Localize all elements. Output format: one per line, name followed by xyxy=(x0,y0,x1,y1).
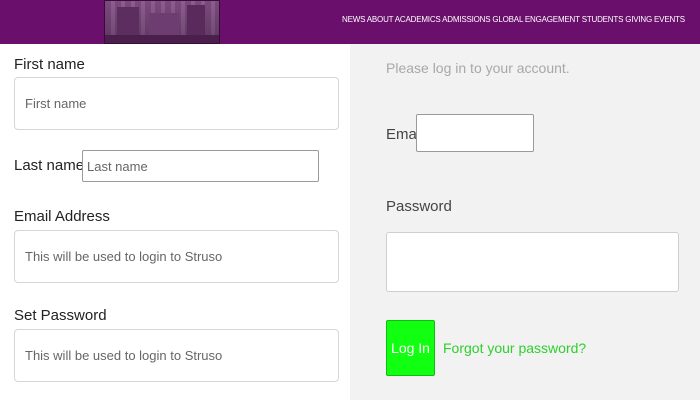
campus-image xyxy=(104,0,220,44)
login-intro-text: Please log in to your account. xyxy=(386,60,570,76)
building-shape xyxy=(117,7,139,37)
first-name-input[interactable]: First name xyxy=(14,77,339,130)
set-password-input[interactable]: This will be used to login to Struso xyxy=(14,329,339,382)
main-nav[interactable]: NEWS ABOUT ACADEMICS ADMISSIONS GLOBAL E… xyxy=(342,15,685,29)
email-input[interactable] xyxy=(416,114,534,152)
email-address-input[interactable]: This will be used to login to Struso xyxy=(14,230,339,283)
building-shape xyxy=(187,5,205,37)
building-shape xyxy=(149,13,179,37)
registration-form: First name First name Last name Last nam… xyxy=(0,44,350,400)
email-address-label: Email Address xyxy=(14,208,110,225)
last-name-input[interactable]: Last name xyxy=(82,150,319,182)
password-label: Password xyxy=(386,198,452,215)
set-password-label: Set Password xyxy=(14,307,107,324)
forgot-password-link[interactable]: Forgot your password? xyxy=(443,340,586,356)
ground-shape xyxy=(105,35,219,43)
top-banner: NEWS ABOUT ACADEMICS ADMISSIONS GLOBAL E… xyxy=(0,0,700,44)
password-input[interactable] xyxy=(386,232,679,292)
login-panel: Please log in to your account. Email Pas… xyxy=(350,44,700,400)
login-button[interactable]: Log In xyxy=(386,320,435,376)
first-name-label: First name xyxy=(14,56,85,73)
last-name-label: Last name xyxy=(14,157,85,174)
